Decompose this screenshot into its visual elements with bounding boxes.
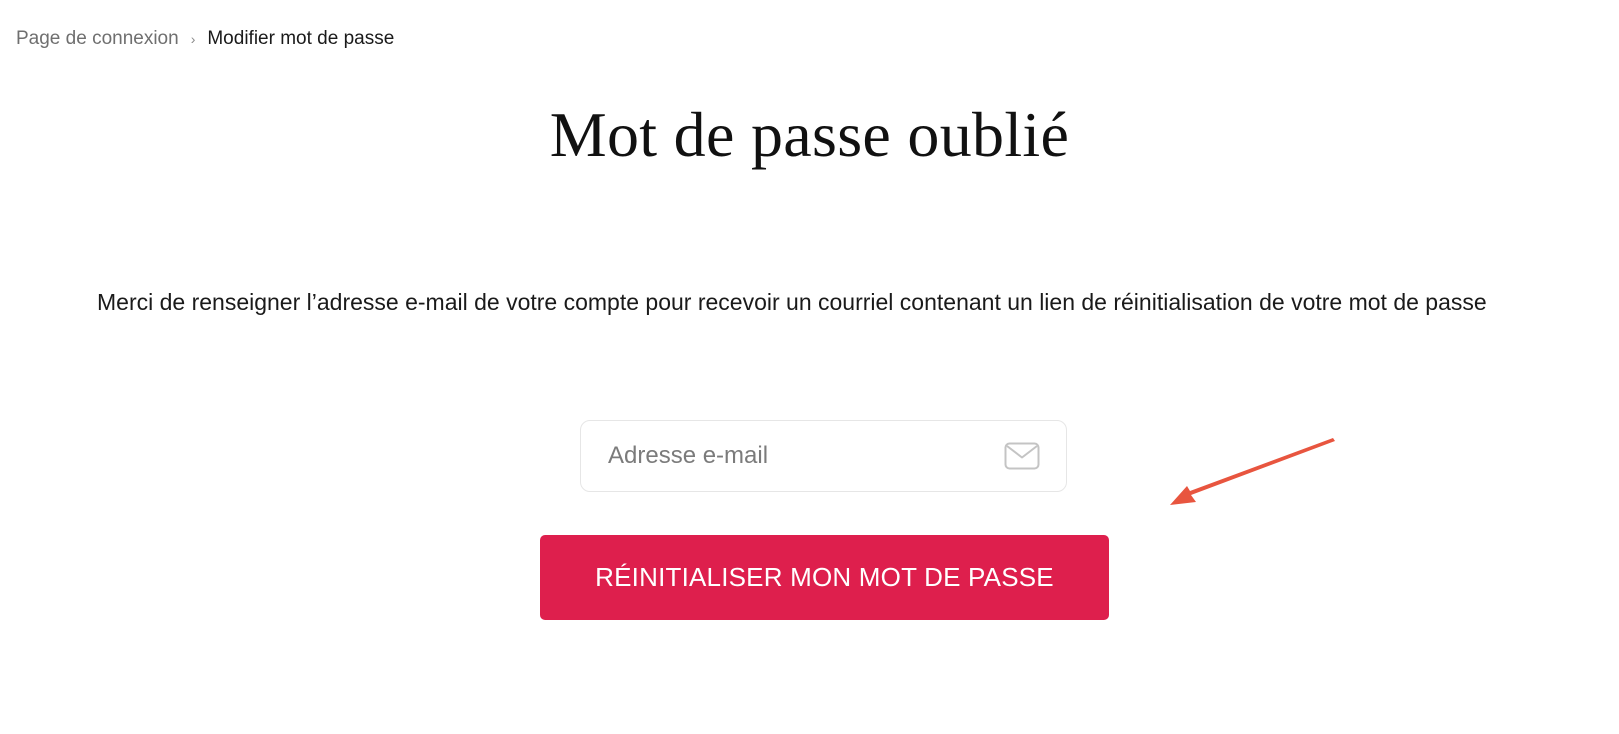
envelope-icon-svg xyxy=(1004,442,1040,470)
envelope-icon xyxy=(1004,442,1040,470)
annotation-arrow xyxy=(1170,438,1335,505)
breadcrumb-current: Modifier mot de passe xyxy=(207,28,395,49)
breadcrumb-login-link[interactable]: Page de connexion xyxy=(16,28,179,50)
page-title: Mot de passe oublié xyxy=(549,99,1070,170)
reset-password-button[interactable]: RÉINITIALISER MON MOT DE PASSE xyxy=(540,535,1109,620)
breadcrumb: Page de connexion › Modifier mot de pass… xyxy=(16,28,394,50)
instructions-text: Merci de renseigner l’adresse e-mail de … xyxy=(97,289,1487,315)
email-input[interactable] xyxy=(581,421,1004,491)
email-field xyxy=(580,420,1067,492)
breadcrumb-separator: › xyxy=(190,31,196,47)
